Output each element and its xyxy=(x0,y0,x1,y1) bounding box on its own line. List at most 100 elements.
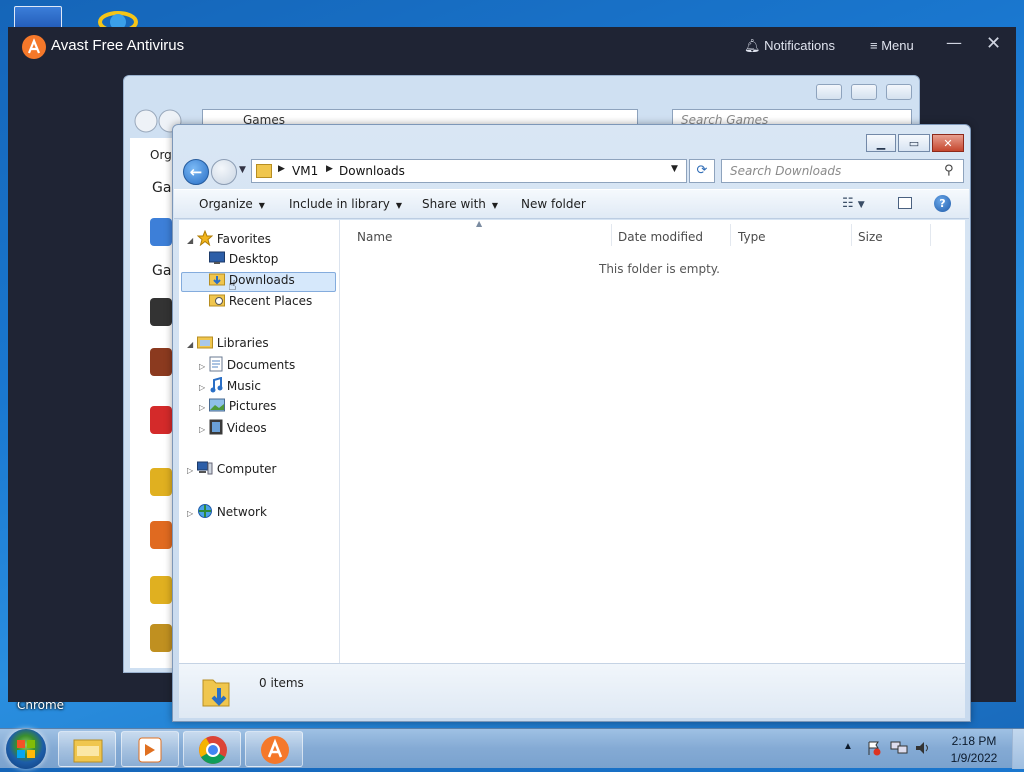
nav-label: Desktop xyxy=(228,252,279,266)
chrome-icon xyxy=(199,736,227,764)
command-bar: Organize ▼ Include in library ▼ Share with… xyxy=(174,189,969,219)
menu-button[interactable]: ≡ Menu xyxy=(870,38,914,53)
nav-recent-places[interactable]: Recent Places xyxy=(209,293,312,313)
volume-icon[interactable] xyxy=(914,740,932,756)
action-center-flag-icon[interactable] xyxy=(866,740,882,756)
file-list[interactable]: ▲ Name Date modified Type Size This fold… xyxy=(340,219,965,663)
nav-documents[interactable]: ▷ Documents xyxy=(199,356,295,376)
nav-favorites[interactable]: ◢ Favorites xyxy=(187,229,272,250)
games-maximize-button[interactable] xyxy=(851,84,877,100)
column-divider[interactable] xyxy=(611,224,612,246)
column-divider[interactable] xyxy=(851,224,852,246)
column-header-type[interactable]: Type xyxy=(738,230,766,244)
game-icon[interactable] xyxy=(150,624,172,652)
nav-libraries[interactable]: ◢ Libraries xyxy=(187,335,269,355)
address-bar[interactable]: ▶ VM1 ▶ Downloads ▼ xyxy=(251,159,687,183)
collapse-icon[interactable]: ◢ xyxy=(187,236,193,245)
nav-music[interactable]: ▷ Music xyxy=(199,376,261,397)
star-icon xyxy=(196,229,214,249)
nav-network[interactable]: ▷ Network xyxy=(187,503,267,523)
organize-label: Organize xyxy=(199,197,253,211)
desktop-icon xyxy=(209,251,225,268)
hamburger-icon: ≡ xyxy=(870,38,878,53)
nav-pictures[interactable]: ▷ Pictures xyxy=(199,398,276,418)
expand-icon[interactable]: ▷ xyxy=(187,466,193,475)
explorer-icon xyxy=(73,739,103,763)
nav-downloads[interactable]: Downloads xyxy=(209,272,295,292)
nav-label: Favorites xyxy=(216,232,272,246)
back-button[interactable]: ← xyxy=(183,159,209,185)
chevron-right-icon[interactable]: ▶ xyxy=(326,164,333,174)
nav-desktop[interactable]: Desktop xyxy=(209,251,278,271)
taskbar: ▲ 2:18 PM 1/9/2022 xyxy=(0,728,1024,769)
taskbar-media-player-button[interactable] xyxy=(121,731,179,767)
column-header-size[interactable]: Size xyxy=(858,230,883,244)
game-icon[interactable] xyxy=(150,521,172,549)
view-icon[interactable]: ☷ ▼ xyxy=(842,196,865,211)
notifications-button[interactable]: 🔔︎ Notifications xyxy=(744,38,835,54)
nav-label: Network xyxy=(216,505,267,519)
videos-icon xyxy=(209,419,223,438)
recent-pages-button[interactable]: ▼ xyxy=(239,165,246,175)
clock-time[interactable]: 2:18 PM xyxy=(946,734,1002,748)
game-icon[interactable] xyxy=(150,468,172,496)
expand-icon[interactable]: ▷ xyxy=(199,383,205,392)
game-icon[interactable] xyxy=(150,218,172,246)
expand-icon[interactable]: ▷ xyxy=(187,509,193,518)
downloads-explorer-window[interactable]: ▁ ▭ ✕ ← ▼ ▶ VM1 ▶ Downloads ▼ ⟳ Search D… xyxy=(172,124,971,722)
nav-computer[interactable]: ▷ Computer xyxy=(187,461,276,481)
breadcrumb-vm1[interactable]: VM1 xyxy=(292,164,318,178)
chevron-down-icon: ▼ xyxy=(395,201,403,210)
column-divider[interactable] xyxy=(730,224,731,246)
share-with-button[interactable]: Share with ▼ xyxy=(422,197,498,211)
network-status-icon[interactable] xyxy=(890,740,908,756)
column-divider[interactable] xyxy=(930,224,931,246)
refresh-icon[interactable]: ⟳ xyxy=(689,159,715,183)
computer-icon xyxy=(196,461,213,478)
menu-label: Menu xyxy=(881,38,914,53)
taskbar-explorer-button[interactable] xyxy=(58,731,116,767)
expand-icon[interactable]: ▷ xyxy=(199,425,205,434)
column-header-date-modified[interactable]: Date modified xyxy=(618,230,703,244)
nav-label: Music xyxy=(226,379,261,393)
avast-icon xyxy=(22,35,46,59)
collapse-icon[interactable]: ◢ xyxy=(187,340,193,349)
nav-videos[interactable]: ▷ Videos xyxy=(199,419,267,439)
clock-date[interactable]: 1/9/2022 xyxy=(946,751,1002,765)
preview-pane-icon[interactable] xyxy=(898,197,912,209)
expand-icon[interactable]: ▷ xyxy=(199,403,205,412)
games-close-button[interactable] xyxy=(886,84,912,100)
game-icon[interactable] xyxy=(150,298,172,326)
game-icon[interactable] xyxy=(150,576,172,604)
avast-close-button[interactable]: ✕ xyxy=(986,33,1008,57)
games-minimize-button[interactable] xyxy=(816,84,842,100)
column-header-name[interactable]: Name xyxy=(357,230,392,244)
show-desktop-button[interactable] xyxy=(1012,729,1024,769)
nav-label: Libraries xyxy=(216,336,269,350)
forward-button[interactable] xyxy=(211,159,237,185)
breadcrumb-downloads[interactable]: Downloads xyxy=(339,164,405,178)
help-icon[interactable]: ? xyxy=(934,195,951,212)
start-button[interactable] xyxy=(6,729,46,769)
include-in-library-button[interactable]: Include in library ▼ xyxy=(289,197,402,211)
close-button[interactable]: ✕ xyxy=(932,134,964,152)
chevron-right-icon[interactable]: ▶ xyxy=(278,164,285,174)
show-hidden-icons-button[interactable]: ▲ xyxy=(843,741,853,752)
avast-minimize-button[interactable]: — xyxy=(946,33,966,57)
minimize-button[interactable]: ▁ xyxy=(866,134,896,152)
search-icon[interactable]: ⚲ xyxy=(944,163,954,178)
maximize-button[interactable]: ▭ xyxy=(898,134,930,152)
folder-icon xyxy=(256,164,272,178)
expand-icon[interactable]: ▷ xyxy=(199,362,205,371)
nav-label: Computer xyxy=(216,462,277,476)
share-with-label: Share with xyxy=(422,197,486,211)
search-input[interactable]: Search Downloads ⚲ xyxy=(721,159,964,183)
taskbar-chrome-button[interactable] xyxy=(183,731,241,767)
address-dropdown-icon[interactable]: ▼ xyxy=(671,164,678,174)
network-icon xyxy=(197,503,213,522)
game-icon[interactable] xyxy=(150,348,172,376)
new-folder-button[interactable]: New folder xyxy=(521,197,586,211)
game-icon[interactable] xyxy=(150,406,172,434)
organize-button[interactable]: Organize ▼ xyxy=(199,197,265,211)
taskbar-avast-button[interactable] xyxy=(245,731,303,767)
